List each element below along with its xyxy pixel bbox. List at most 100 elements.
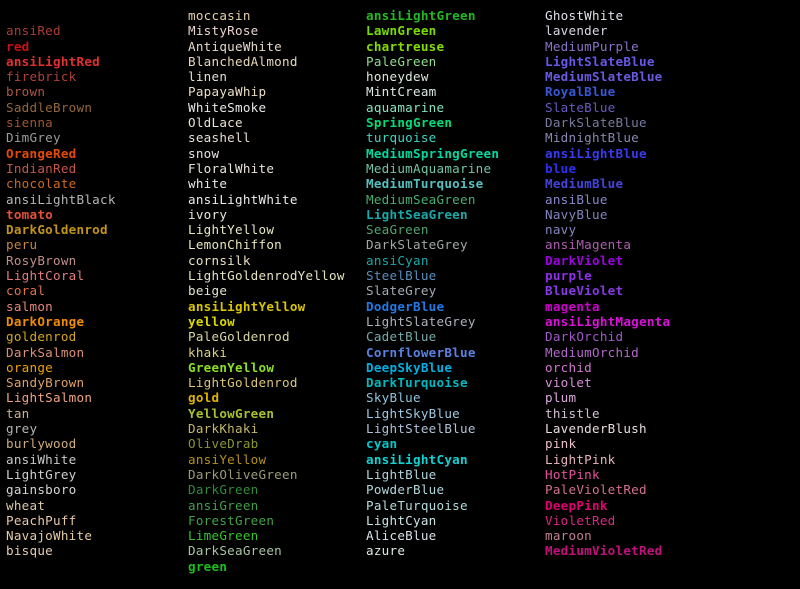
color-name-orchid: orchid	[545, 359, 593, 375]
color-name-lightslategrey: LightSlateGrey	[366, 313, 476, 329]
color-name-violetred: VioletRed	[545, 512, 616, 528]
color-name-mediumslateblue: MediumSlateBlue	[545, 69, 663, 85]
color-name-ansiwhite: ansiWhite	[6, 451, 77, 467]
color-name-ansilightblue: ansiLightBlue	[545, 145, 647, 161]
color-name-firebrick: firebrick	[6, 69, 77, 85]
color-name-mintcream: MintCream	[366, 84, 437, 100]
color-name-ansired: ansiRed	[6, 23, 61, 39]
color-name-blanchedalmond: BlanchedAlmond	[188, 53, 298, 69]
color-name-lightyellow: LightYellow	[188, 222, 275, 238]
color-name-darkgreen: DarkGreen	[188, 482, 259, 498]
color-name-forestgreen: ForestGreen	[188, 512, 275, 528]
color-name-mediumturquoise: MediumTurquoise	[366, 176, 484, 192]
color-column-2: moccasin MistyRose AntiqueWhite BlanchedAlm…	[188, 0, 345, 574]
color-name-dodgerblue: DodgerBlue	[366, 298, 445, 314]
color-name-ansilightblack: ansiLightBlack	[6, 191, 116, 207]
color-name-chocolate: chocolate	[6, 176, 77, 192]
color-name-seagreen: SeaGreen	[366, 222, 429, 238]
color-name-deeppink: DeepPink	[545, 497, 608, 513]
color-name-ansicyan: ansiCyan	[366, 252, 429, 268]
color-name-peru: peru	[6, 237, 38, 253]
color-name-darkseagreen: DarkSeaGreen	[188, 543, 283, 559]
color-name-palegreen: PaleGreen	[366, 53, 437, 69]
color-name-blank	[6, 8, 116, 23]
color-name-snow: snow	[188, 145, 220, 161]
color-name-palevioletred: PaleVioletRed	[545, 482, 647, 498]
color-name-aquamarine: aquamarine	[366, 99, 445, 115]
color-name-ansimagenta: ansiMagenta	[545, 237, 632, 253]
color-name-violet: violet	[545, 375, 593, 391]
color-name-slategrey: SlateGrey	[366, 283, 437, 299]
color-name-rosybrown: RosyBrown	[6, 252, 77, 268]
color-name-ansiyellow: ansiYellow	[188, 451, 267, 467]
color-name-slateblue: SlateBlue	[545, 99, 616, 115]
color-name-wheat: wheat	[6, 497, 46, 513]
color-name-tan: tan	[6, 405, 30, 421]
color-name-grey: grey	[6, 421, 38, 437]
color-name-antiquewhite: AntiqueWhite	[188, 38, 283, 54]
color-name-moccasin: moccasin	[188, 8, 251, 23]
color-name-deepskyblue: DeepSkyBlue	[366, 359, 453, 375]
color-name-chartreuse: chartreuse	[366, 38, 445, 54]
color-name-navyblue: NavyBlue	[545, 206, 608, 222]
color-name-ansilightred: ansiLightRed	[6, 53, 101, 69]
color-name-lavender: lavender	[545, 23, 608, 39]
color-name-mediumspringgreen: MediumSpringGreen	[366, 145, 500, 161]
color-name-linen: linen	[188, 69, 228, 85]
color-column-3: ansiLightGreen LawnGreen chartreuse PaleGre…	[366, 0, 499, 559]
color-name-green: green	[188, 558, 228, 574]
color-name-blue: blue	[545, 160, 577, 176]
color-name-lemonchiffon: LemonChiffon	[188, 237, 283, 253]
color-name-floralwhite: FloralWhite	[188, 160, 275, 176]
color-name-ivory: ivory	[188, 206, 228, 222]
color-name-white: white	[188, 176, 228, 192]
color-name-red: red	[6, 38, 30, 54]
color-name-oldlace: OldLace	[188, 115, 243, 131]
color-name-bisque: bisque	[6, 543, 54, 559]
color-name-ansigreen: ansiGreen	[188, 497, 259, 513]
color-name-ansiblue: ansiBlue	[545, 191, 608, 207]
color-name-maroon: maroon	[545, 528, 593, 544]
color-name-yellowgreen: YellowGreen	[188, 405, 275, 421]
color-name-darkturquoise: DarkTurquoise	[366, 375, 468, 391]
color-name-thistle: thistle	[545, 405, 600, 421]
color-name-blank	[545, 0, 670, 8]
color-name-lightseagreen: LightSeaGreen	[366, 206, 468, 222]
color-name-limegreen: LimeGreen	[188, 528, 259, 544]
color-name-gainsboro: gainsboro	[6, 482, 77, 498]
color-name-darkorange: DarkOrange	[6, 313, 85, 329]
color-name-whitesmoke: WhiteSmoke	[188, 99, 267, 115]
color-name-sandybrown: SandyBrown	[6, 375, 85, 391]
terminal-window: ansiRed red ansiLightRed firebrick brown Sadd…	[0, 0, 800, 589]
color-name-navy: navy	[545, 222, 577, 238]
color-name-sienna: sienna	[6, 115, 54, 131]
color-name-magenta: magenta	[545, 298, 600, 314]
color-name-lightblue: LightBlue	[366, 466, 437, 482]
color-name-orange: orange	[6, 359, 54, 375]
color-name-navajowhite: NavajoWhite	[6, 528, 93, 544]
color-name-cadetblue: CadetBlue	[366, 329, 437, 345]
color-name-lavenderblush: LavenderBlush	[545, 421, 647, 437]
color-name-ansilightcyan: ansiLightCyan	[366, 451, 468, 467]
color-name-beige: beige	[188, 283, 228, 299]
color-name-skyblue: SkyBlue	[366, 390, 421, 406]
color-name-mediumaquamarine: MediumAquamarine	[366, 160, 492, 176]
color-name-gold: gold	[188, 390, 220, 406]
color-name-lightpink: LightPink	[545, 451, 616, 467]
color-name-aliceblue: AliceBlue	[366, 528, 437, 544]
color-name-burlywood: burlywood	[6, 436, 77, 452]
color-name-darkslategrey: DarkSlateGrey	[366, 237, 468, 253]
color-name-cyan: cyan	[366, 436, 398, 452]
color-name-ansilightmagenta: ansiLightMagenta	[545, 313, 671, 329]
color-name-darkorchid: DarkOrchid	[545, 329, 624, 345]
color-name-darksalmon: DarkSalmon	[6, 344, 85, 360]
color-name-blank	[188, 0, 345, 8]
color-name-tomato: tomato	[6, 206, 54, 222]
color-name-mediumblue: MediumBlue	[545, 176, 624, 192]
color-name-hotpink: HotPink	[545, 466, 600, 482]
color-name-darkslateblue: DarkSlateBlue	[545, 115, 647, 131]
color-name-ghostwhite: GhostWhite	[545, 8, 624, 23]
color-name-lightcyan: LightCyan	[366, 512, 437, 528]
color-name-springgreen: SpringGreen	[366, 115, 453, 131]
color-name-blueviolet: BlueViolet	[545, 283, 624, 299]
